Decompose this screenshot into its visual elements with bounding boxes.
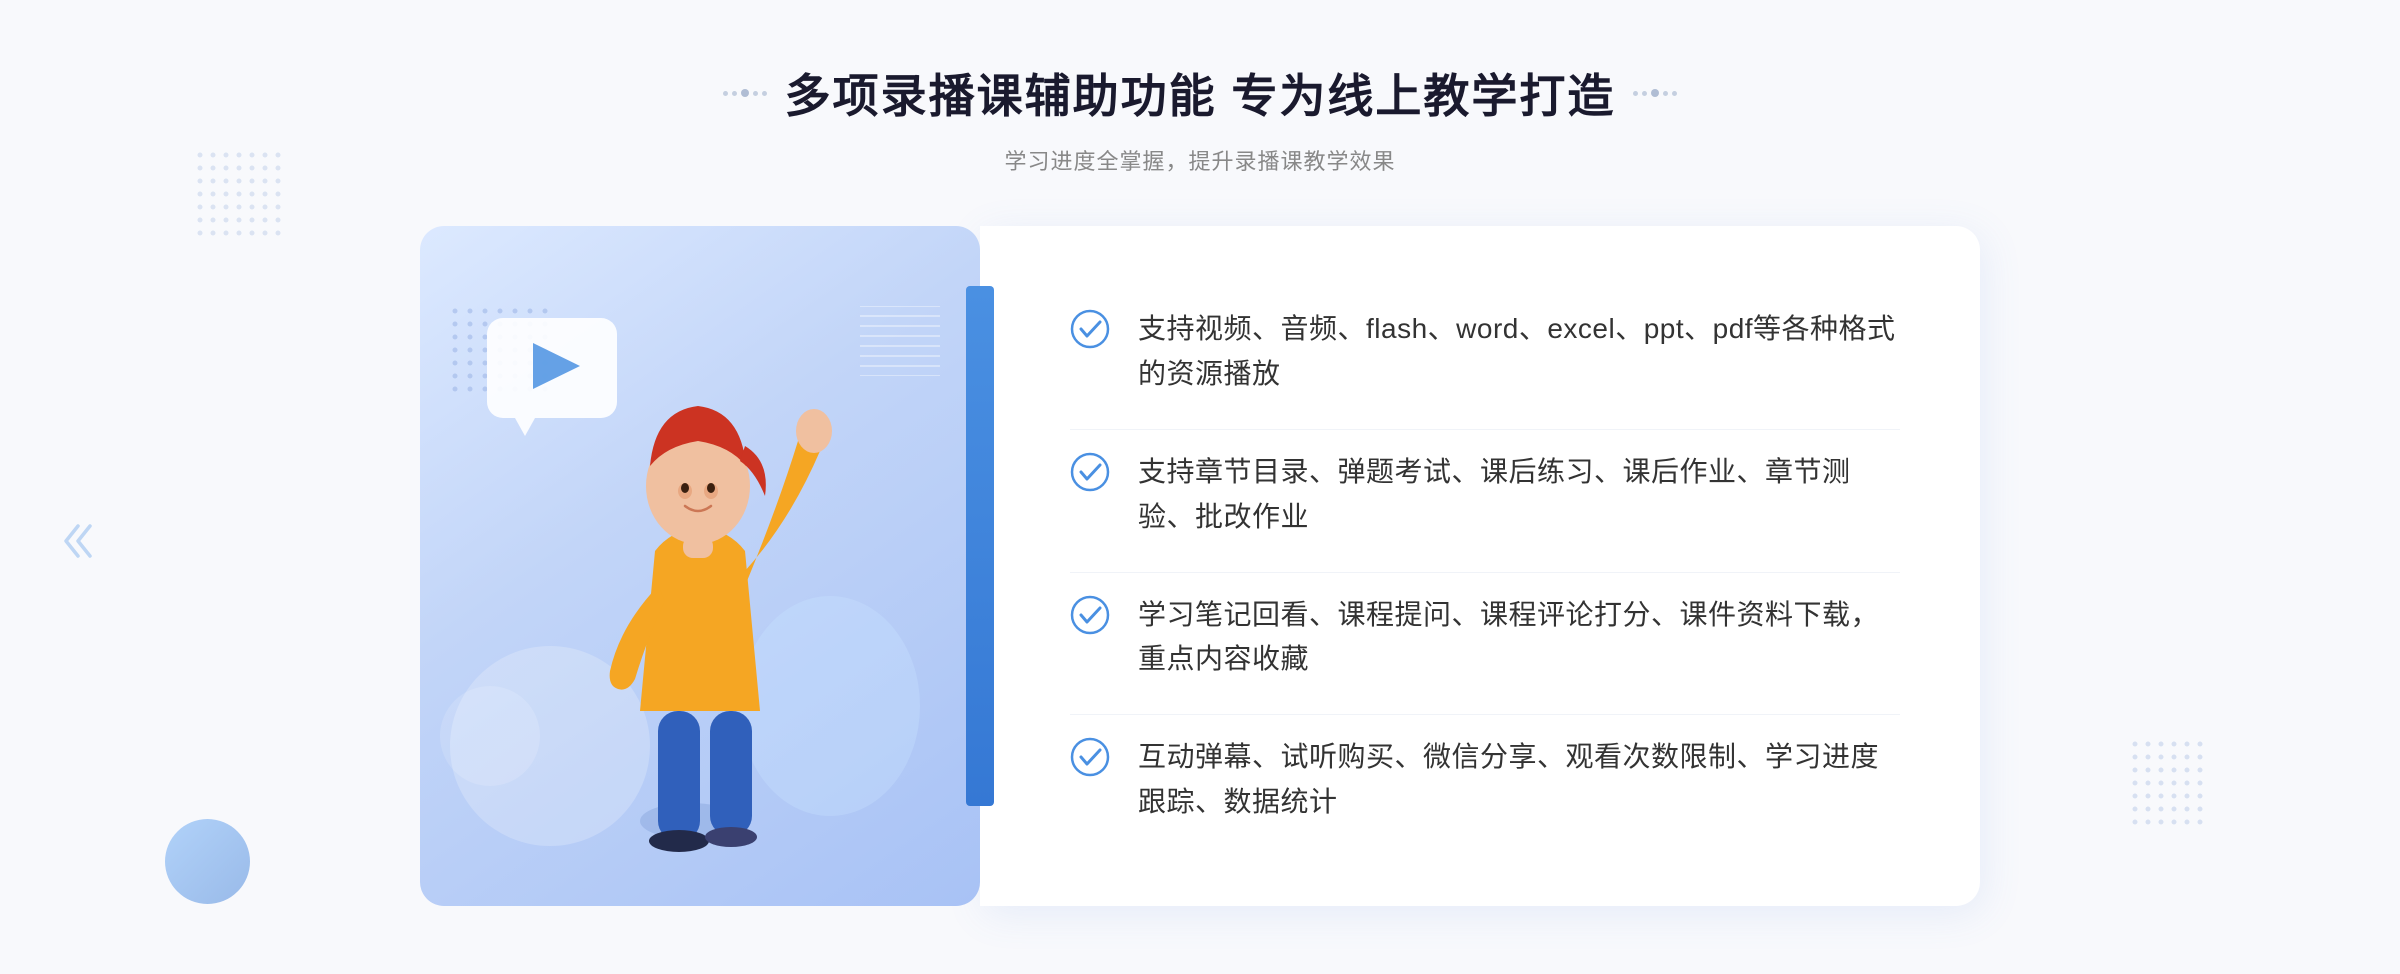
check-icon-1	[1070, 309, 1110, 349]
header-dots-right	[1633, 89, 1677, 97]
check-icon-3	[1070, 595, 1110, 635]
dot	[1633, 91, 1638, 96]
header-section: 多项录播课辅助功能 专为线上教学打造 学习进度全掌握，提升录播课教学效果	[723, 60, 1678, 176]
check-icon-2	[1070, 452, 1110, 492]
title-row: 多项录播课辅助功能 专为线上教学打造	[723, 60, 1678, 126]
dot	[1663, 91, 1668, 96]
chevron-left-icon	[58, 516, 108, 576]
feature-item-4: 互动弹幕、试听购买、微信分享、观看次数限制、学习进度跟踪、数据统计	[1070, 714, 1900, 845]
feature-text-1: 支持视频、音频、flash、word、excel、ppt、pdf等各种格式的资源…	[1138, 307, 1900, 397]
dot	[1642, 91, 1647, 96]
blue-accent-bar	[966, 286, 994, 806]
dot	[723, 91, 728, 96]
page-container: // drawn inline below 多项录播课辅助功能 专为线上教学打造	[0, 0, 2400, 974]
person-figure	[510, 331, 890, 906]
feature-text-4: 互动弹幕、试听购买、微信分享、观看次数限制、学习进度跟踪、数据统计	[1138, 735, 1900, 825]
feature-item-3: 学习笔记回看、课程提问、课程评论打分、课件资料下载，重点内容收藏	[1070, 572, 1900, 703]
dot	[762, 91, 767, 96]
feature-item-2: 支持章节目录、弹题考试、课后练习、课后作业、章节测验、批改作业	[1070, 429, 1900, 560]
dots-decoration-right	[2130, 739, 2230, 834]
dot	[1651, 89, 1659, 97]
dot	[1672, 91, 1677, 96]
feature-item-1: 支持视频、音频、flash、word、excel、ppt、pdf等各种格式的资源…	[1070, 287, 1900, 417]
content-area: 支持视频、音频、flash、word、excel、ppt、pdf等各种格式的资源…	[420, 226, 1980, 906]
features-panel: 支持视频、音频、flash、word、excel、ppt、pdf等各种格式的资源…	[980, 226, 1980, 906]
subtitle: 学习进度全掌握，提升录播课教学效果	[723, 144, 1678, 176]
illustration-box	[420, 226, 980, 906]
feature-text-2: 支持章节目录、弹题考试、课后练习、课后作业、章节测验、批改作业	[1138, 450, 1900, 540]
check-icon-4	[1070, 737, 1110, 777]
dot	[741, 89, 749, 97]
header-dots-left	[723, 89, 767, 97]
dot	[732, 91, 737, 96]
dots-decoration-tl	[195, 150, 305, 250]
feature-text-3: 学习笔记回看、课程提问、课程评论打分、课件资料下载，重点内容收藏	[1138, 593, 1900, 683]
main-title: 多项录播课辅助功能 专为线上教学打造	[785, 60, 1616, 126]
accent-circle-bottom-left	[165, 819, 250, 904]
dot	[753, 91, 758, 96]
